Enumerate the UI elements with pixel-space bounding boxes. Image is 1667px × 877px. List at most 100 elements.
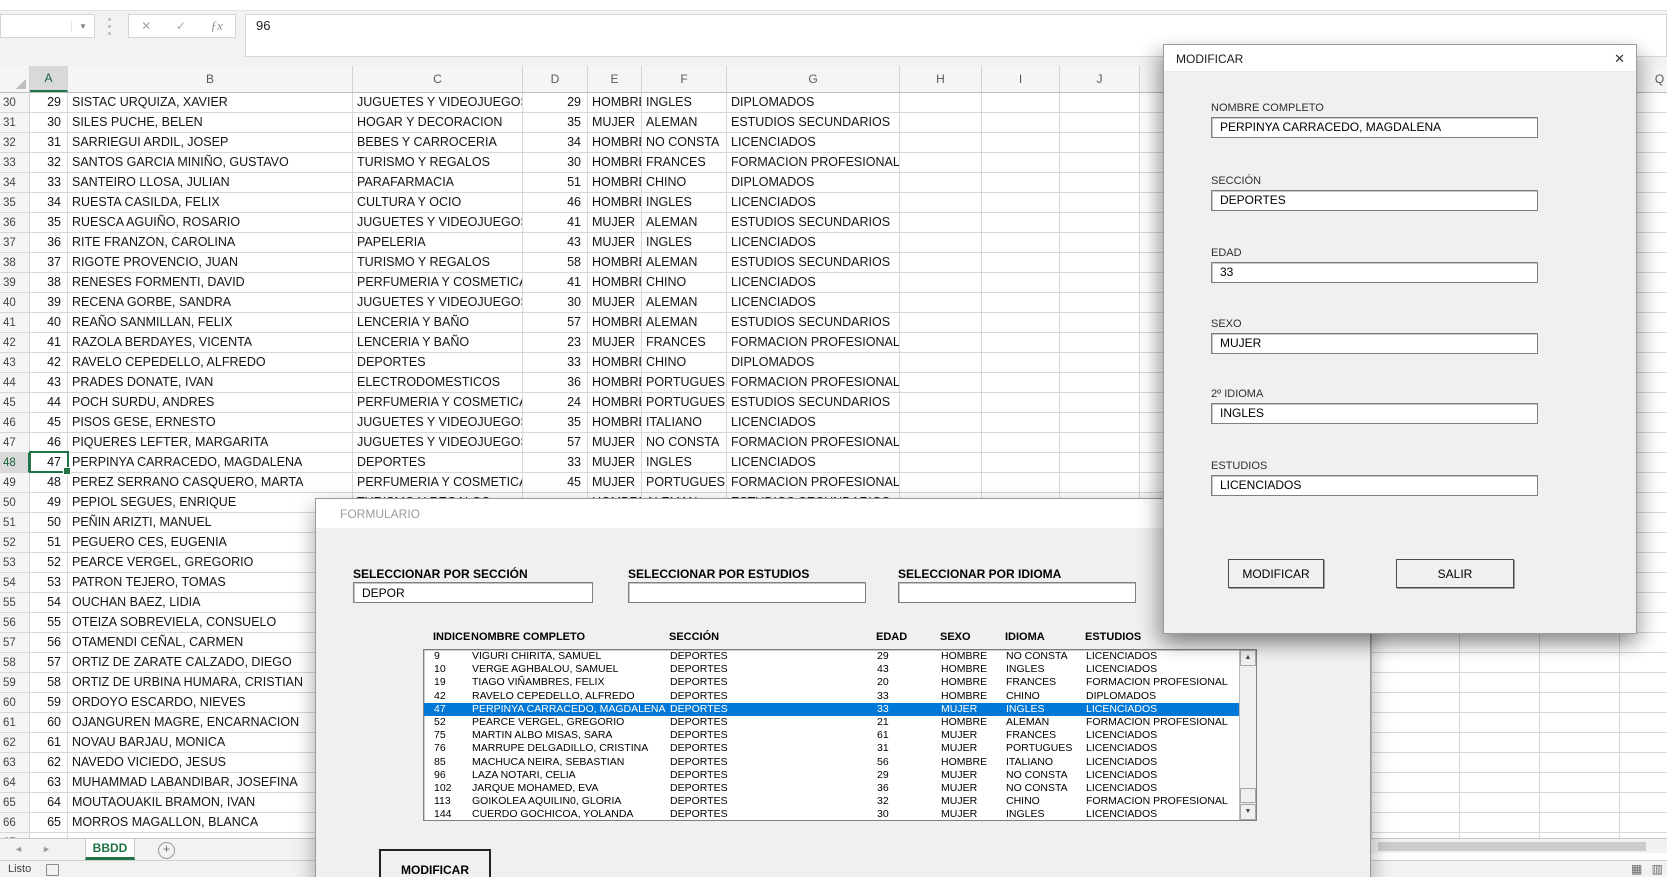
sheet-cell[interactable]: RAZOLA BERDAYES, VICENTA: [68, 333, 353, 353]
sheet-cell[interactable]: [982, 333, 1060, 353]
sheet-cell[interactable]: [1372, 653, 1460, 673]
row-header-57[interactable]: 57: [0, 633, 30, 653]
sheet-cell[interactable]: DIPLOMADOS: [727, 353, 900, 373]
scroll-down-icon[interactable]: ▼: [1240, 804, 1256, 820]
column-header-I[interactable]: I: [982, 66, 1060, 92]
row-header-58[interactable]: 58: [0, 653, 30, 673]
sheet-cell[interactable]: PERFUMERIA Y COSMETICA: [353, 273, 523, 293]
sheet-cell[interactable]: FRANCES: [642, 153, 727, 173]
result-row[interactable]: 113 GOIKOLEA AQUILIN0, GLORIA DEPORTES 32 MU…: [424, 795, 1256, 808]
sheet-cell[interactable]: [982, 413, 1060, 433]
column-header-F[interactable]: F: [642, 66, 727, 92]
sheet-cell[interactable]: MUJER: [588, 433, 642, 453]
sheet-cell[interactable]: [1460, 813, 1540, 833]
list-scrollbar-thumb[interactable]: [1240, 788, 1256, 803]
sheet-cell[interactable]: MUJER: [588, 293, 642, 313]
estudios-filter-input[interactable]: [628, 582, 866, 603]
sheet-cell[interactable]: BEBES Y CARROCERIA: [353, 133, 523, 153]
sheet-cell[interactable]: [1060, 433, 1140, 453]
sheet-cell[interactable]: 58: [523, 253, 588, 273]
sheet-cell[interactable]: [1460, 673, 1540, 693]
sheet-cell[interactable]: 39: [30, 293, 68, 313]
sheet-cell[interactable]: [1060, 133, 1140, 153]
sheet-cell[interactable]: PORTUGUES: [642, 393, 727, 413]
sheet-cell[interactable]: 43: [30, 373, 68, 393]
sheet-cell[interactable]: [1372, 633, 1460, 653]
sheet-cell[interactable]: [1540, 733, 1620, 753]
sheet-cell[interactable]: 65: [30, 813, 68, 833]
row-header-56[interactable]: 56: [0, 613, 30, 633]
sheet-cell[interactable]: PERPINYA CARRACEDO, MAGDALENA: [68, 453, 353, 473]
row-header-35[interactable]: 35: [0, 193, 30, 213]
sheet-cell[interactable]: RUESTA CASILDA, FELIX: [68, 193, 353, 213]
sheet-cell[interactable]: HOMBRE: [588, 153, 642, 173]
sheet-cell[interactable]: [1540, 753, 1620, 773]
sheet-cell[interactable]: [1060, 193, 1140, 213]
sheet-cell[interactable]: 57: [523, 313, 588, 333]
sheet-cell[interactable]: DEPORTES: [353, 453, 523, 473]
sheet-cell[interactable]: 51: [523, 173, 588, 193]
result-row[interactable]: 75 MARTIN ALBO MISAS, SARA DEPORTES 61 MUJER…: [424, 729, 1256, 742]
sheet-cell[interactable]: HOMBRE: [588, 313, 642, 333]
row-header-50[interactable]: 50: [0, 493, 30, 513]
row-header-47[interactable]: 47: [0, 433, 30, 453]
sheet-cell[interactable]: 40: [30, 313, 68, 333]
sheet-cell[interactable]: 57: [30, 653, 68, 673]
sheet-cell[interactable]: [1620, 733, 1667, 753]
sheet-cell[interactable]: LICENCIADOS: [727, 193, 900, 213]
sheet-cell[interactable]: JUGUETES Y VIDEOJUEGOS: [353, 93, 523, 113]
sheet-cell[interactable]: [900, 393, 982, 413]
sheet-cell[interactable]: FRANCES: [642, 333, 727, 353]
sheet-cell[interactable]: [982, 233, 1060, 253]
sheet-cell[interactable]: NOVAU BARJAU, MONICA: [68, 733, 353, 753]
sheet-cell[interactable]: OTEIZA SOBREVIELA, CONSUELO: [68, 613, 353, 633]
sheet-cell[interactable]: FORMACION PROFESIONAL: [727, 473, 900, 493]
sheet-cell[interactable]: OUCHAN BAEZ, LIDIA: [68, 593, 353, 613]
column-header-J[interactable]: J: [1060, 66, 1140, 92]
sheet-cell[interactable]: 56: [30, 633, 68, 653]
sheet-cell[interactable]: PARAFARMACIA: [353, 173, 523, 193]
sheet-cell[interactable]: [982, 393, 1060, 413]
sheet-cell[interactable]: [1060, 113, 1140, 133]
sheet-cell[interactable]: ORTIZ DE ZARATE CALZADO, DIEGO: [68, 653, 353, 673]
column-header-A[interactable]: A: [30, 66, 68, 92]
sheet-cell[interactable]: [1060, 353, 1140, 373]
sheet-cell[interactable]: RIGOTE PROVENCIO, JUAN: [68, 253, 353, 273]
cancel-icon[interactable]: ✕: [141, 19, 151, 33]
row-header-42[interactable]: 42: [0, 333, 30, 353]
sheet-cell[interactable]: 54: [30, 593, 68, 613]
row-header-30[interactable]: 30: [0, 93, 30, 113]
sheet-cell[interactable]: [1060, 413, 1140, 433]
sheet-cell[interactable]: 42: [30, 353, 68, 373]
sheet-cell[interactable]: ESTUDIOS SECUNDARIOS: [727, 113, 900, 133]
sheet-cell[interactable]: [1060, 273, 1140, 293]
sheet-cell[interactable]: SISTAC URQUIZA, XAVIER: [68, 93, 353, 113]
sheet-cell[interactable]: ESTUDIOS SECUNDARIOS: [727, 213, 900, 233]
sheet-cell[interactable]: 35: [523, 113, 588, 133]
sheet-cell[interactable]: 43: [523, 233, 588, 253]
sheet-cell[interactable]: [1460, 753, 1540, 773]
sheet-cell[interactable]: ORDOYO ESCARDO, NIEVES: [68, 693, 353, 713]
sheet-cell[interactable]: CHINO: [642, 273, 727, 293]
row-header-49[interactable]: 49: [0, 473, 30, 493]
sheet-cell[interactable]: [1620, 673, 1667, 693]
sheet-cell[interactable]: [900, 173, 982, 193]
sheet-cell[interactable]: [900, 433, 982, 453]
sheet-cell[interactable]: NAVEDO VICIEDO, JESUS: [68, 753, 353, 773]
name-box[interactable]: ▾: [0, 14, 95, 38]
page-layout-view-icon[interactable]: ▥: [1652, 862, 1663, 876]
sheet-cell[interactable]: RUESCA AGUIÑO, ROSARIO: [68, 213, 353, 233]
sheet-cell[interactable]: LICENCIADOS: [727, 233, 900, 253]
select-all-button[interactable]: [0, 66, 30, 92]
sheet-cell[interactable]: [900, 313, 982, 333]
sheet-cell[interactable]: [982, 313, 1060, 333]
sheet-cell[interactable]: PERFUMERIA Y COSMETICA: [353, 393, 523, 413]
sheet-cell[interactable]: 62: [30, 753, 68, 773]
sheet-cell[interactable]: [1460, 713, 1540, 733]
sheet-cell[interactable]: MUJER: [588, 453, 642, 473]
sheet-cell[interactable]: NO CONSTA: [642, 133, 727, 153]
insert-function-icon[interactable]: ƒx: [210, 18, 222, 34]
sheet-cell[interactable]: PEGUERO CES, EUGENIA: [68, 533, 353, 553]
result-row[interactable]: 52 PEARCE VERGEL, GREGORIO DEPORTES 21 HOMBR…: [424, 716, 1256, 729]
sheet-cell[interactable]: [1540, 713, 1620, 733]
